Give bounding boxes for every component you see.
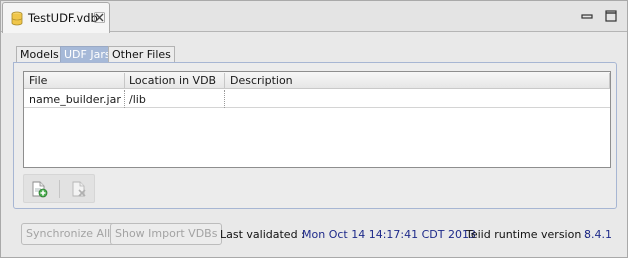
column-divider[interactable] xyxy=(224,73,225,88)
vdb-editor-window: TestUDF.vdb Models UDF Jars Other Files … xyxy=(0,0,628,258)
add-jar-icon[interactable] xyxy=(30,180,48,198)
cell-location: /lib xyxy=(129,93,146,106)
editor-tab-testudf[interactable]: TestUDF.vdb xyxy=(2,2,110,33)
column-header-description[interactable]: Description xyxy=(230,74,293,87)
tab-udf-jars[interactable]: UDF Jars xyxy=(60,46,115,63)
tab-models[interactable]: Models xyxy=(16,46,63,63)
cell-divider xyxy=(224,90,225,108)
cell-file: name_builder.jar xyxy=(29,93,121,106)
last-validated-value: Mon Oct 14 14:17:41 CDT 2013 xyxy=(302,228,476,241)
vdb-file-icon xyxy=(11,11,23,26)
udf-jars-table: File Location in VDB Description name_bu… xyxy=(23,71,611,168)
tab-other-files[interactable]: Other Files xyxy=(108,46,175,63)
runtime-version-value: 8.4.1 xyxy=(584,228,612,241)
table-header: File Location in VDB Description xyxy=(24,72,610,89)
toolbar-separator xyxy=(59,180,60,198)
synchronize-all-button[interactable]: Synchronize All xyxy=(21,223,116,245)
column-header-location[interactable]: Location in VDB xyxy=(129,74,216,87)
cell-divider xyxy=(124,90,125,108)
maximize-icon[interactable] xyxy=(605,10,617,22)
column-divider xyxy=(609,73,610,88)
table-row[interactable]: name_builder.jar /lib xyxy=(24,90,610,108)
show-import-vdbs-button[interactable]: Show Import VDBs xyxy=(110,223,223,245)
runtime-version-label: Teiid runtime version : xyxy=(466,228,589,241)
close-icon[interactable] xyxy=(94,12,105,23)
column-divider[interactable] xyxy=(124,73,125,88)
column-header-file[interactable]: File xyxy=(29,74,47,87)
minimize-icon[interactable] xyxy=(581,10,593,22)
jar-toolbar xyxy=(23,174,95,203)
editor-tab-title: TestUDF.vdb xyxy=(28,11,98,25)
last-validated-label: Last validated : xyxy=(220,228,305,241)
remove-jar-icon[interactable] xyxy=(70,180,88,198)
editor-tab-strip: TestUDF.vdb xyxy=(1,1,627,33)
